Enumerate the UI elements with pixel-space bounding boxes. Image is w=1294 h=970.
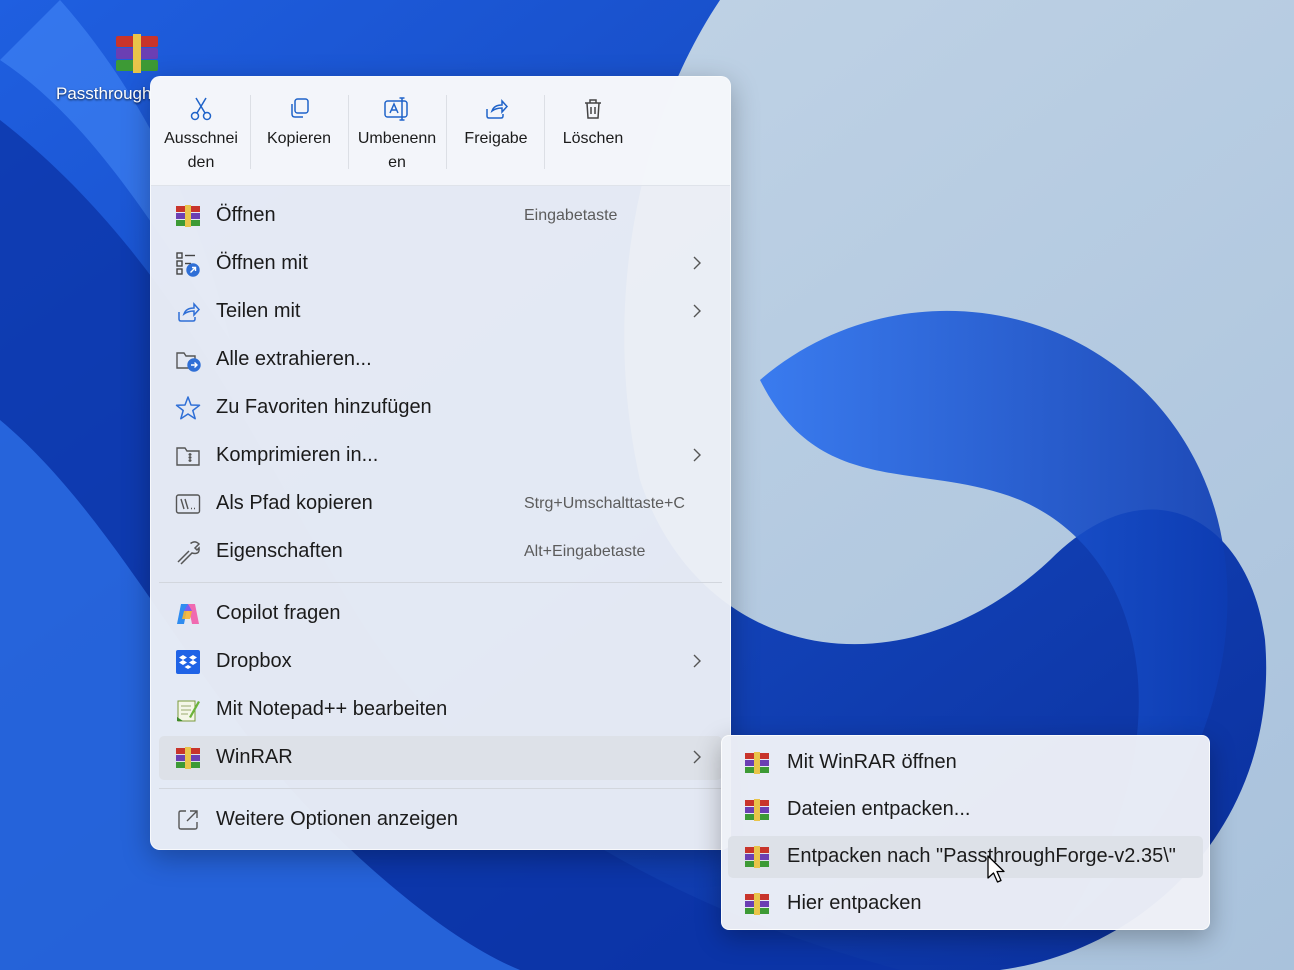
chevron-right-icon — [693, 750, 701, 764]
menu-item-label: Copilot fragen — [216, 602, 341, 624]
menu-item-shortcut: Alt+Eingabetaste — [524, 543, 646, 560]
menu-item-copilot[interactable]: Copilot fragen — [159, 592, 722, 636]
share-icon — [451, 93, 541, 125]
menu-item-shortcut: Strg+Umschalttaste+C — [524, 495, 685, 512]
zip-folder-icon — [175, 443, 201, 469]
menu-item-more-options[interactable]: Weitere Optionen anzeigen — [159, 798, 722, 842]
delete-button[interactable]: Löschen — [548, 93, 638, 151]
menu-item-copy-path[interactable]: Als Pfad kopieren Strg+Umschalttaste+C — [159, 482, 722, 526]
rename-label-line2: en — [388, 154, 406, 171]
menu-item-dropbox[interactable]: Dropbox — [159, 640, 722, 684]
cut-button[interactable]: Ausschnei den — [156, 93, 246, 175]
menu-item-open[interactable]: Öffnen Eingabetaste — [159, 194, 722, 238]
copilot-icon — [175, 601, 201, 627]
cut-label-line2: den — [187, 154, 215, 171]
menu-item-winrar[interactable]: WinRAR — [159, 736, 722, 780]
winrar-icon — [745, 893, 769, 915]
context-toolbar: Ausschnei den Kopieren Umbenenn en Freig… — [151, 77, 730, 186]
menu-separator — [159, 788, 722, 789]
submenu-item-extract-files[interactable]: Dateien entpacken... — [728, 789, 1203, 831]
mouse-cursor-icon — [987, 855, 1005, 883]
menu-item-label: Komprimieren in... — [216, 444, 379, 466]
cut-label-line1: Ausschnei — [164, 130, 238, 147]
scissors-icon — [156, 93, 246, 125]
notepadpp-icon — [175, 697, 201, 723]
menu-item-label: WinRAR — [216, 746, 293, 768]
toolbar-divider — [544, 95, 545, 169]
menu-separator — [159, 582, 722, 583]
winrar-submenu: Mit WinRAR öffnen Dateien entpacken... E… — [721, 735, 1210, 930]
toolbar-divider — [250, 95, 251, 169]
menu-item-label: Teilen mit — [216, 300, 301, 322]
toolbar-divider — [446, 95, 447, 169]
menu-item-label: Mit Notepad++ bearbeiten — [216, 698, 448, 720]
menu-item-notepadpp[interactable]: Mit Notepad++ bearbeiten — [159, 688, 722, 732]
context-menu: Ausschnei den Kopieren Umbenenn en Freig… — [150, 76, 731, 850]
rename-button[interactable]: Umbenenn en — [352, 93, 442, 175]
share-icon — [175, 299, 201, 325]
trash-icon — [548, 93, 638, 125]
submenu-item-extract-here[interactable]: Hier entpacken — [728, 883, 1203, 925]
menu-item-shortcut: Eingabetaste — [524, 207, 618, 224]
chevron-right-icon — [693, 448, 701, 462]
copy-label: Kopieren — [266, 130, 332, 147]
menu-item-properties[interactable]: Eigenschaften Alt+Eingabetaste — [159, 530, 722, 574]
copy-button[interactable]: Kopieren — [254, 93, 344, 151]
path-icon — [175, 491, 201, 517]
menu-item-label: Als Pfad kopieren — [216, 492, 373, 514]
submenu-item-label: Dateien entpacken... — [787, 798, 971, 820]
wrench-icon — [175, 539, 201, 565]
menu-item-label: Zu Favoriten hinzufügen — [216, 396, 432, 418]
winrar-icon — [175, 203, 201, 229]
more-options-icon — [175, 807, 201, 833]
toolbar-divider — [348, 95, 349, 169]
delete-label: Löschen — [562, 130, 624, 147]
menu-item-compress[interactable]: Komprimieren in... — [159, 434, 722, 478]
winrar-archive-icon — [114, 32, 160, 78]
menu-item-extract-all[interactable]: Alle extrahieren... — [159, 338, 722, 382]
menu-item-label: Dropbox — [216, 650, 292, 672]
rename-icon — [352, 93, 442, 125]
winrar-icon — [175, 745, 201, 771]
star-icon — [175, 395, 201, 421]
submenu-item-open-with-winrar[interactable]: Mit WinRAR öffnen — [728, 742, 1203, 784]
submenu-item-label: Hier entpacken — [787, 892, 922, 914]
menu-item-label: Alle extrahieren... — [216, 348, 372, 370]
menu-item-label: Weitere Optionen anzeigen — [216, 808, 459, 830]
winrar-icon — [745, 752, 769, 774]
open-with-icon — [175, 251, 201, 277]
extract-folder-icon — [175, 347, 201, 373]
menu-item-label: Eigenschaften — [216, 540, 343, 562]
rename-label-line1: Umbenenn — [357, 130, 437, 147]
menu-item-label: Öffnen — [216, 204, 276, 226]
share-label: Freigabe — [464, 130, 528, 147]
submenu-item-label: Entpacken nach "PassthroughForge-v2.35\" — [787, 845, 1176, 867]
winrar-icon — [745, 846, 769, 868]
chevron-right-icon — [693, 304, 701, 318]
desktop-file-label: Passthrough — [56, 84, 152, 103]
submenu-item-label: Mit WinRAR öffnen — [787, 751, 957, 773]
menu-item-share-with[interactable]: Teilen mit — [159, 290, 722, 334]
chevron-right-icon — [693, 654, 701, 668]
menu-item-add-favorite[interactable]: Zu Favoriten hinzufügen — [159, 386, 722, 430]
submenu-item-extract-to-folder[interactable]: Entpacken nach "PassthroughForge-v2.35\" — [728, 836, 1203, 878]
chevron-right-icon — [693, 256, 701, 270]
menu-item-open-with[interactable]: Öffnen mit — [159, 242, 722, 286]
dropbox-icon — [175, 649, 201, 675]
share-button[interactable]: Freigabe — [451, 93, 541, 151]
menu-item-label: Öffnen mit — [216, 252, 308, 274]
copy-icon — [254, 93, 344, 125]
winrar-icon — [745, 799, 769, 821]
